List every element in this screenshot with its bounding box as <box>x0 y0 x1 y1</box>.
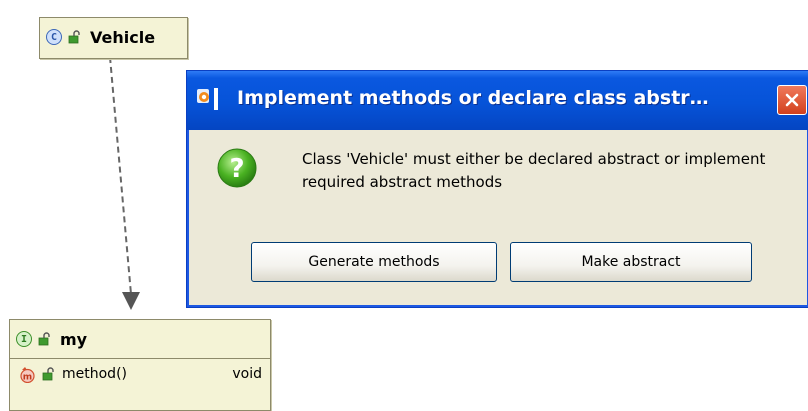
vehicle-class-name: Vehicle <box>90 27 156 47</box>
dialog-title-bar[interactable]: Implement methods or declare class abstr… <box>187 71 808 130</box>
my-interface-name: my <box>60 329 88 349</box>
abstract-method-icon: m <box>20 366 35 383</box>
method-return-type: void <box>232 366 262 382</box>
dialog-message: Class 'Vehicle' must either be declared … <box>302 150 766 191</box>
method-name: method() <box>62 366 127 382</box>
dialog-title: Implement methods or declare class abstr… <box>237 87 709 109</box>
close-button[interactable] <box>777 85 807 115</box>
svg-text:?: ? <box>229 154 244 184</box>
dependency-line <box>109 56 132 295</box>
intellij-app-icon <box>197 88 218 110</box>
open-lock-icon <box>68 30 80 44</box>
implement-methods-dialog: Implement methods or declare class abstr… <box>186 70 808 308</box>
method-row[interactable]: m method() void <box>10 359 270 389</box>
vehicle-node-header: C Vehicle <box>40 18 187 56</box>
my-node-header: I my <box>10 320 270 359</box>
make-abstract-button[interactable]: Make abstract <box>510 242 752 282</box>
close-icon <box>785 93 799 107</box>
arrow-head <box>122 292 140 310</box>
question-icon: ? <box>217 148 257 188</box>
class-badge-icon: C <box>46 29 62 45</box>
open-lock-icon <box>38 332 50 346</box>
vehicle-class-node[interactable]: C Vehicle <box>39 17 188 59</box>
svg-text:m: m <box>23 372 32 382</box>
open-lock-icon <box>42 367 54 381</box>
generate-methods-button[interactable]: Generate methods <box>251 242 497 282</box>
my-interface-node[interactable]: I my m method() void <box>9 319 271 411</box>
interface-badge-icon: I <box>16 331 32 347</box>
dialog-body: ? Class 'Vehicle' must either be declare… <box>190 130 806 304</box>
